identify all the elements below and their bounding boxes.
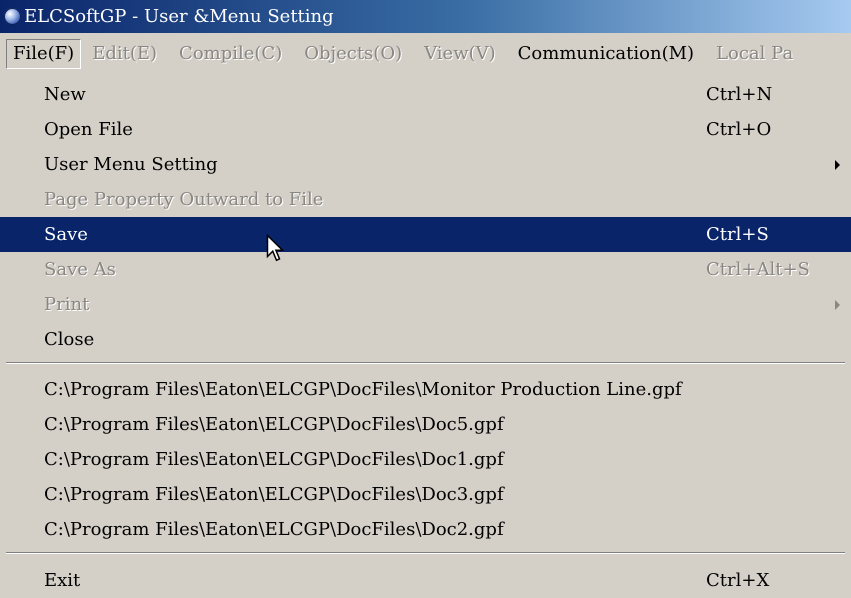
menu-item-new[interactable]: New Ctrl+N: [0, 77, 851, 112]
menu-item-user-menu-setting[interactable]: User Menu Setting: [0, 147, 851, 182]
menu-view[interactable]: View(V): [413, 40, 507, 68]
menu-compile[interactable]: Compile(C): [168, 40, 293, 68]
menu-item-shortcut: Ctrl+X: [706, 570, 770, 591]
menu-communication[interactable]: Communication(M): [507, 40, 705, 68]
menu-local-page[interactable]: Local Pa: [705, 40, 804, 68]
menu-item-shortcut: Ctrl+O: [706, 119, 772, 140]
menu-item-label: Open File: [44, 119, 133, 140]
recent-file-1[interactable]: C:\Program Files\Eaton\ELCGP\DocFiles\Mo…: [0, 372, 851, 407]
submenu-arrow-icon: [835, 159, 840, 170]
menu-item-shortcut: Ctrl+Alt+S: [706, 259, 810, 280]
recent-file-path: C:\Program Files\Eaton\ELCGP\DocFiles\Do…: [44, 414, 504, 435]
submenu-arrow-icon: [835, 299, 840, 310]
recent-file-path: C:\Program Files\Eaton\ELCGP\DocFiles\Mo…: [44, 379, 682, 400]
menu-item-save[interactable]: Save Ctrl+S: [0, 217, 851, 252]
menu-item-open-file[interactable]: Open File Ctrl+O: [0, 112, 851, 147]
menu-item-shortcut: Ctrl+S: [706, 224, 769, 245]
menu-item-label: User Menu Setting: [44, 154, 218, 175]
menu-edit[interactable]: Edit(E): [81, 40, 168, 68]
menu-item-print[interactable]: Print: [0, 287, 851, 322]
menu-item-page-property-outward[interactable]: Page Property Outward to File: [0, 182, 851, 217]
menu-item-label: Print: [44, 294, 90, 315]
menu-item-label: Save As: [44, 259, 116, 280]
menu-item-save-as[interactable]: Save As Ctrl+Alt+S: [0, 252, 851, 287]
menu-bar: File(F) Edit(E) Compile(C) Objects(O) Vi…: [0, 33, 851, 75]
recent-file-3[interactable]: C:\Program Files\Eaton\ELCGP\DocFiles\Do…: [0, 442, 851, 477]
menu-separator: [6, 362, 845, 364]
menu-objects[interactable]: Objects(O): [293, 40, 413, 68]
recent-file-path: C:\Program Files\Eaton\ELCGP\DocFiles\Do…: [44, 449, 504, 470]
menu-item-label: Exit: [44, 570, 81, 591]
menu-item-label: Page Property Outward to File: [44, 189, 324, 210]
menu-item-exit[interactable]: Exit Ctrl+X: [0, 563, 851, 598]
recent-file-5[interactable]: C:\Program Files\Eaton\ELCGP\DocFiles\Do…: [0, 512, 851, 547]
recent-file-4[interactable]: C:\Program Files\Eaton\ELCGP\DocFiles\Do…: [0, 477, 851, 512]
menu-item-close[interactable]: Close: [0, 322, 851, 357]
recent-file-path: C:\Program Files\Eaton\ELCGP\DocFiles\Do…: [44, 484, 504, 505]
window-title: ELCSoftGP - User &Menu Setting: [24, 6, 334, 27]
mouse-pointer-icon: [266, 234, 284, 262]
menu-separator: [6, 552, 845, 554]
title-bar: ELCSoftGP - User &Menu Setting: [0, 0, 851, 33]
file-dropdown-menu: New Ctrl+N Open File Ctrl+O User Menu Se…: [0, 75, 851, 598]
app-globe-icon[interactable]: [4, 8, 21, 25]
recent-file-2[interactable]: C:\Program Files\Eaton\ELCGP\DocFiles\Do…: [0, 407, 851, 442]
menu-item-label: New: [44, 84, 86, 105]
menu-item-label: Save: [44, 224, 88, 245]
menu-item-shortcut: Ctrl+N: [706, 84, 773, 105]
menu-item-label: Close: [44, 329, 95, 350]
recent-file-path: C:\Program Files\Eaton\ELCGP\DocFiles\Do…: [44, 519, 504, 540]
menu-file[interactable]: File(F): [6, 39, 82, 69]
